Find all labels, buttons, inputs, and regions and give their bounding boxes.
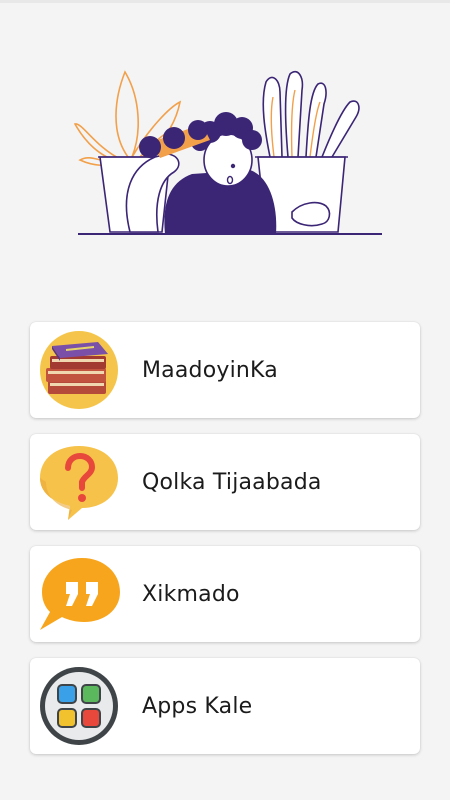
menu-item-label: Apps Kale [142, 693, 253, 719]
home-screen: MaadoyinKa Qolka Tijaabada Xikmado Apps … [0, 0, 450, 800]
menu-item-maadoyinka[interactable]: MaadoyinKa [30, 322, 420, 418]
menu-item-qolka-tijaabada[interactable]: Qolka Tijaabada [30, 434, 420, 530]
question-bubble-icon [36, 440, 122, 524]
main-menu: MaadoyinKa Qolka Tijaabada Xikmado Apps … [30, 322, 420, 770]
books-icon [36, 328, 122, 412]
menu-item-xikmado[interactable]: Xikmado [30, 546, 420, 642]
menu-item-label: Qolka Tijaabada [142, 469, 322, 495]
hero-illustration [70, 62, 390, 242]
status-bar-edge [0, 0, 450, 3]
apps-grid-icon [36, 664, 122, 748]
menu-item-apps-kale[interactable]: Apps Kale [30, 658, 420, 754]
menu-item-label: MaadoyinKa [142, 357, 278, 383]
menu-item-label: Xikmado [142, 581, 240, 607]
quote-bubble-icon [36, 552, 122, 636]
